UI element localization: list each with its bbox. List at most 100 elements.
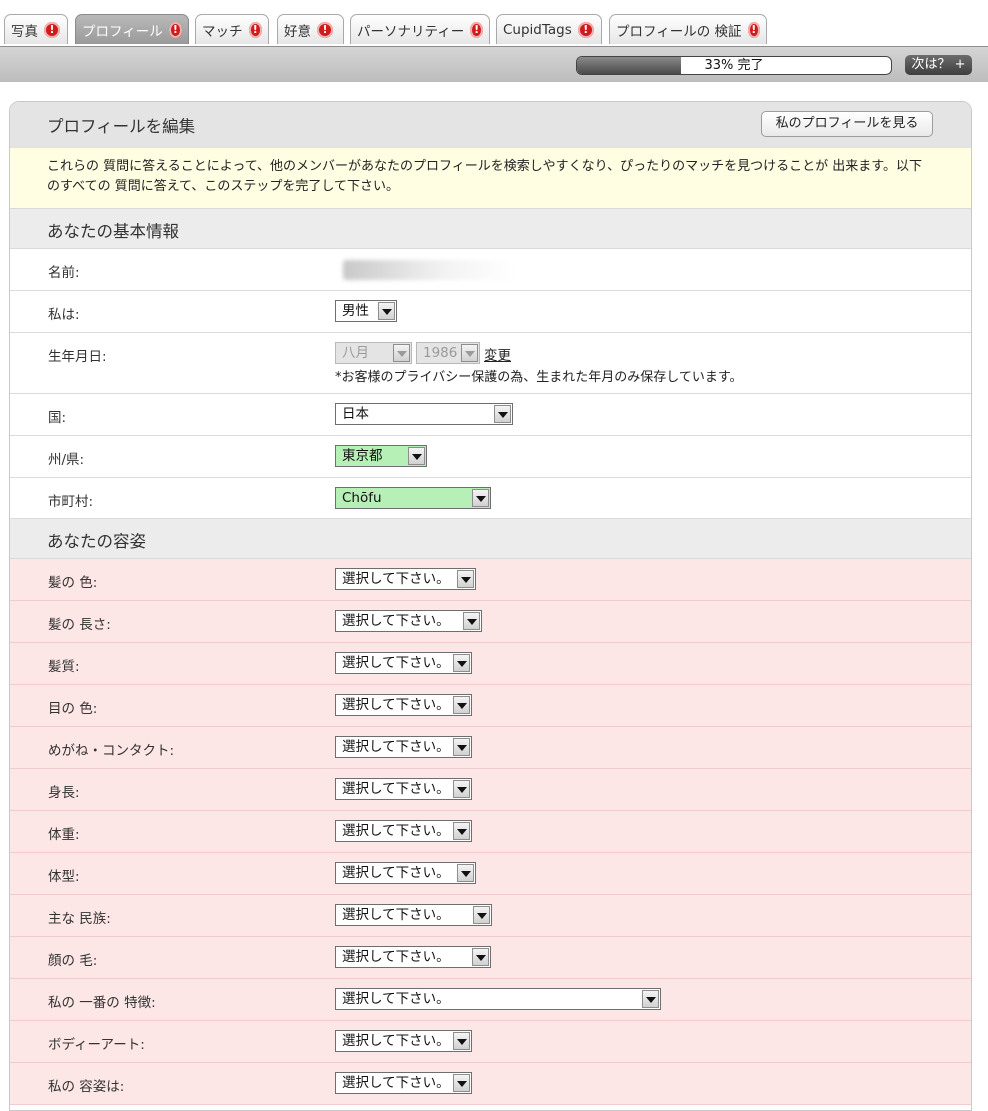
row-gender: 私は: 男性	[10, 291, 971, 333]
hair-type-select[interactable]: 選択して下さい。	[335, 652, 472, 674]
ethnicity-select[interactable]: 選択して下さい。	[335, 904, 492, 926]
eye-color-select[interactable]: 選択して下さい。	[335, 694, 472, 716]
looks-label: 私の 容姿は:	[48, 1079, 125, 1095]
change-birthday-link[interactable]: 変更	[484, 344, 511, 364]
birth-year-value: 1986	[423, 345, 458, 361]
best-feature-select[interactable]: 選択して下さい。	[335, 988, 661, 1010]
tab-label: 好意	[284, 23, 311, 40]
birth-year-select[interactable]: 1986	[416, 342, 480, 364]
name-label: 名前:	[48, 265, 80, 281]
weight-label: 体重:	[48, 827, 80, 843]
panel-header: プロフィールを編集 私のプロフィールを見る	[10, 102, 971, 147]
chevron-down-icon	[494, 405, 511, 423]
state-value: 東京都	[342, 448, 383, 464]
state-select[interactable]: 東京都	[335, 445, 427, 467]
tab-label: プロフィールの 検証	[616, 23, 742, 40]
next-button[interactable]: 次は？ +	[905, 55, 972, 75]
select-placeholder: 選択して下さい。	[342, 697, 450, 713]
row-weight: 体重: 選択して下さい。	[10, 811, 971, 853]
alert-icon: !	[577, 21, 594, 38]
select-placeholder: 選択して下さい。	[342, 907, 450, 923]
city-select[interactable]: Chōfu	[335, 487, 491, 509]
tab-favorites[interactable]: 好意!	[277, 14, 344, 44]
view-my-profile-button[interactable]: 私のプロフィールを見る	[761, 111, 933, 137]
section-heading: あなたの容姿	[47, 532, 146, 551]
row-best-feature: 私の 一番の 特徴: 選択して下さい。	[10, 979, 971, 1021]
row-body-type: 体型: 選択して下さい。	[10, 853, 971, 895]
section-appearance: あなたの容姿	[10, 519, 971, 559]
eyewear-select[interactable]: 選択して下さい。	[335, 736, 472, 758]
hair-color-select[interactable]: 選択して下さい。	[335, 568, 476, 590]
row-state: 州/県: 東京都	[10, 436, 971, 478]
body-type-select[interactable]: 選択して下さい。	[335, 862, 476, 884]
blurred-name-value	[343, 260, 515, 280]
gender-value: 男性	[342, 303, 369, 319]
progress-toolbar: 33% 完了 次は？ +	[0, 46, 988, 82]
row-eyewear: めがね・コンタクト: 選択して下さい。	[10, 727, 971, 769]
eyewear-label: めがね・コンタクト:	[48, 743, 175, 759]
tab-label: 写真	[11, 23, 38, 40]
progress-label: 33% 完了	[704, 58, 764, 73]
height-label: 身長:	[48, 785, 80, 801]
select-placeholder: 選択して下さい。	[342, 739, 450, 755]
tab-photos[interactable]: 写真!	[4, 14, 68, 44]
tab-personality[interactable]: パーソナリティー!	[350, 14, 490, 44]
chevron-down-icon	[408, 447, 425, 465]
tab-label: パーソナリティー	[357, 23, 465, 40]
select-placeholder: 選択して下さい。	[342, 823, 450, 839]
chevron-down-icon	[453, 654, 470, 672]
birth-month-value: 八月	[342, 345, 369, 361]
alert-icon: !	[44, 21, 60, 38]
alert-icon: !	[470, 21, 483, 38]
tab-bar: 写真! プロフィール! マッチ! 好意! パーソナリティー! CupidTags…	[0, 0, 988, 46]
alert-icon: !	[168, 21, 182, 38]
select-placeholder: 選択して下さい。	[342, 781, 450, 797]
tab-cupidtags[interactable]: CupidTags!	[496, 14, 602, 44]
row-ethnicity: 主な 民族: 選択して下さい。	[10, 895, 971, 937]
chevron-down-icon	[461, 344, 478, 362]
best-feature-label: 私の 一番の 特徴:	[48, 995, 156, 1011]
select-placeholder: 選択して下さい。	[342, 655, 450, 671]
birth-month-select[interactable]: 八月	[335, 342, 412, 364]
body-art-label: ボディーアート:	[48, 1037, 145, 1053]
row-hair-type: 髪質: 選択して下さい。	[10, 643, 971, 685]
country-value: 日本	[342, 406, 369, 422]
select-placeholder: 選択して下さい。	[342, 1075, 450, 1091]
body-type-label: 体型:	[48, 869, 80, 885]
chevron-down-icon	[453, 822, 470, 840]
row-height: 身長: 選択して下さい。	[10, 769, 971, 811]
eye-color-label: 目の 色:	[48, 701, 98, 717]
row-name: 名前:	[10, 249, 971, 291]
birthday-privacy-note: *お客様のプライバシー保護の為、生まれた年月のみ保存しています。	[335, 370, 743, 385]
row-facial-hair: 顔の 毛: 選択して下さい。	[10, 937, 971, 979]
section-basic-info: あなたの基本情報	[10, 209, 971, 249]
height-select[interactable]: 選択して下さい。	[335, 778, 472, 800]
select-placeholder: 選択して下さい。	[342, 613, 450, 629]
gender-select[interactable]: 男性	[335, 300, 397, 322]
chevron-down-icon	[378, 302, 395, 320]
tab-verification[interactable]: プロフィールの 検証!	[609, 14, 767, 44]
select-placeholder: 選択して下さい。	[342, 1033, 450, 1049]
country-label: 国:	[48, 410, 67, 426]
chevron-down-icon	[473, 906, 490, 924]
tab-label: プロフィール	[82, 23, 163, 40]
hair-type-label: 髪質:	[48, 659, 80, 675]
tab-profile[interactable]: プロフィール!	[75, 14, 189, 44]
country-select[interactable]: 日本	[335, 403, 513, 425]
chevron-down-icon	[393, 344, 410, 362]
tab-matches[interactable]: マッチ!	[195, 14, 269, 44]
facial-hair-label: 顔の 毛:	[48, 953, 98, 969]
alert-icon: !	[747, 21, 760, 38]
row-eye-color: 目の 色: 選択して下さい。	[10, 685, 971, 727]
body-art-select[interactable]: 選択して下さい。	[335, 1030, 472, 1052]
facial-hair-select[interactable]: 選択して下さい。	[335, 946, 491, 968]
select-placeholder: 選択して下さい。	[342, 571, 450, 587]
hair-length-label: 髪の 長さ:	[48, 617, 111, 633]
chevron-down-icon	[453, 738, 470, 756]
chevron-down-icon	[463, 612, 480, 630]
birthday-label: 生年月日:	[48, 349, 107, 365]
select-placeholder: 選択して下さい。	[342, 991, 450, 1007]
hair-length-select[interactable]: 選択して下さい。	[335, 610, 482, 632]
weight-select[interactable]: 選択して下さい。	[335, 820, 472, 842]
looks-select[interactable]: 選択して下さい。	[335, 1072, 472, 1094]
